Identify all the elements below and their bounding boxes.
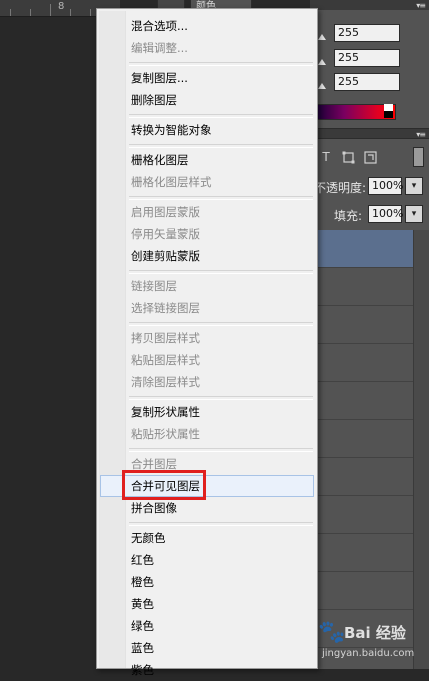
- layer-row[interactable]: [310, 420, 413, 458]
- green-slider[interactable]: 255: [318, 49, 418, 67]
- menu-item-enable-layer-mask[interactable]: 启用图层蒙版: [100, 201, 314, 223]
- layer-row[interactable]: [310, 534, 413, 572]
- menu-item-clear-layer-style[interactable]: 清除图层样式: [100, 371, 314, 393]
- watermark-brand: Bai 经验: [344, 624, 406, 642]
- ruler-number: 8: [58, 1, 65, 12]
- menu-item-create-clipping-mask[interactable]: 创建剪贴蒙版: [100, 245, 314, 267]
- menu-separator: [129, 196, 313, 200]
- highlight-annotation: [122, 470, 206, 500]
- fill-field[interactable]: 100%: [368, 205, 403, 223]
- type-filter-icon[interactable]: T: [318, 149, 334, 165]
- layer-row[interactable]: [310, 268, 413, 306]
- panel-tab-strip: ▾≡: [310, 0, 429, 10]
- menu-item-edit-adjustment[interactable]: 编辑调整...: [100, 37, 314, 59]
- layers-scrollbar[interactable]: [413, 230, 429, 669]
- paw-logo-icon: 🐾: [318, 620, 346, 645]
- menu-separator: [129, 522, 313, 526]
- layer-context-menu: 混合选项... 编辑调整... 复制图层... 删除图层 转换为智能对象 栅格化…: [96, 8, 318, 677]
- shape-filter-icon[interactable]: [340, 149, 356, 165]
- menu-item-delete-layer[interactable]: 删除图层: [100, 89, 314, 111]
- layer-row[interactable]: [310, 230, 413, 268]
- fill-dropdown-icon[interactable]: ▾: [405, 205, 423, 223]
- layers-list: [310, 230, 413, 648]
- fill-label: 填充:: [334, 209, 363, 223]
- layer-filter-icons: T: [318, 147, 378, 167]
- menu-separator: [129, 396, 313, 400]
- menu-item-link-layers[interactable]: 链接图层: [100, 275, 314, 297]
- menu-separator: [129, 144, 313, 148]
- menu-separator: [129, 114, 313, 118]
- menu-item-copy-shape-attributes[interactable]: 复制形状属性: [100, 401, 314, 423]
- menu-item-violet[interactable]: 紫色: [100, 659, 314, 681]
- menu-separator: [129, 270, 313, 274]
- menu-item-rasterize-layer-style[interactable]: 栅格化图层样式: [100, 171, 314, 193]
- layer-row[interactable]: [310, 496, 413, 534]
- watermark-url: jingyan.baidu.com: [322, 648, 415, 659]
- layers-panel-header[interactable]: ▾≡: [310, 128, 429, 139]
- watermark: 🐾 Bai 经验 jingyan.baidu.com: [318, 620, 426, 668]
- menu-item-no-color[interactable]: 无颜色: [100, 527, 314, 549]
- layer-row[interactable]: [310, 382, 413, 420]
- menu-item-blending-options[interactable]: 混合选项...: [100, 15, 314, 37]
- menu-item-flatten-image[interactable]: 拼合图像: [100, 497, 314, 519]
- slider-marker-icon[interactable]: [318, 34, 326, 40]
- red-slider[interactable]: 255: [318, 24, 418, 42]
- panel-menu-icon[interactable]: ▾≡: [416, 1, 426, 10]
- menu-item-rasterize-layer[interactable]: 栅格化图层: [100, 149, 314, 171]
- menu-item-duplicate-layer[interactable]: 复制图层...: [100, 67, 314, 89]
- menu-item-disable-vector-mask[interactable]: 停用矢量蒙版: [100, 223, 314, 245]
- white-swatch[interactable]: [384, 104, 393, 111]
- menu-item-orange[interactable]: 橙色: [100, 571, 314, 593]
- menu-item-blue[interactable]: 蓝色: [100, 637, 314, 659]
- opacity-field[interactable]: 100%: [368, 177, 403, 195]
- black-swatch[interactable]: [384, 111, 393, 118]
- menu-separator: [129, 62, 313, 66]
- menu-item-convert-smart-object[interactable]: 转换为智能对象: [100, 119, 314, 141]
- menu-item-paste-shape-attributes[interactable]: 粘贴形状属性: [100, 423, 314, 445]
- menu-item-yellow[interactable]: 黄色: [100, 593, 314, 615]
- layer-row[interactable]: [310, 458, 413, 496]
- filter-toggle-switch[interactable]: [413, 147, 424, 167]
- menu-item-select-linked-layers[interactable]: 选择链接图层: [100, 297, 314, 319]
- blue-slider[interactable]: 255: [318, 73, 418, 91]
- menu-separator: [129, 448, 313, 452]
- smart-object-filter-icon[interactable]: [362, 149, 378, 165]
- layers-panel-menu-icon[interactable]: ▾≡: [416, 130, 426, 139]
- layer-row[interactable]: [310, 344, 413, 382]
- layer-row[interactable]: [310, 572, 413, 610]
- menu-item-copy-layer-style[interactable]: 拷贝图层样式: [100, 327, 314, 349]
- blue-value-field[interactable]: 255: [334, 73, 400, 91]
- opacity-label: 不透明度:: [314, 181, 367, 195]
- green-value-field[interactable]: 255: [334, 49, 400, 67]
- menu-item-red[interactable]: 红色: [100, 549, 314, 571]
- slider-marker-icon[interactable]: [318, 83, 326, 89]
- layer-row[interactable]: [310, 306, 413, 344]
- menu-separator: [129, 322, 313, 326]
- menu-item-paste-layer-style[interactable]: 粘贴图层样式: [100, 349, 314, 371]
- menu-item-green[interactable]: 绿色: [100, 615, 314, 637]
- slider-marker-icon[interactable]: [318, 59, 326, 65]
- opacity-dropdown-icon[interactable]: ▾: [405, 177, 423, 195]
- red-value-field[interactable]: 255: [334, 24, 400, 42]
